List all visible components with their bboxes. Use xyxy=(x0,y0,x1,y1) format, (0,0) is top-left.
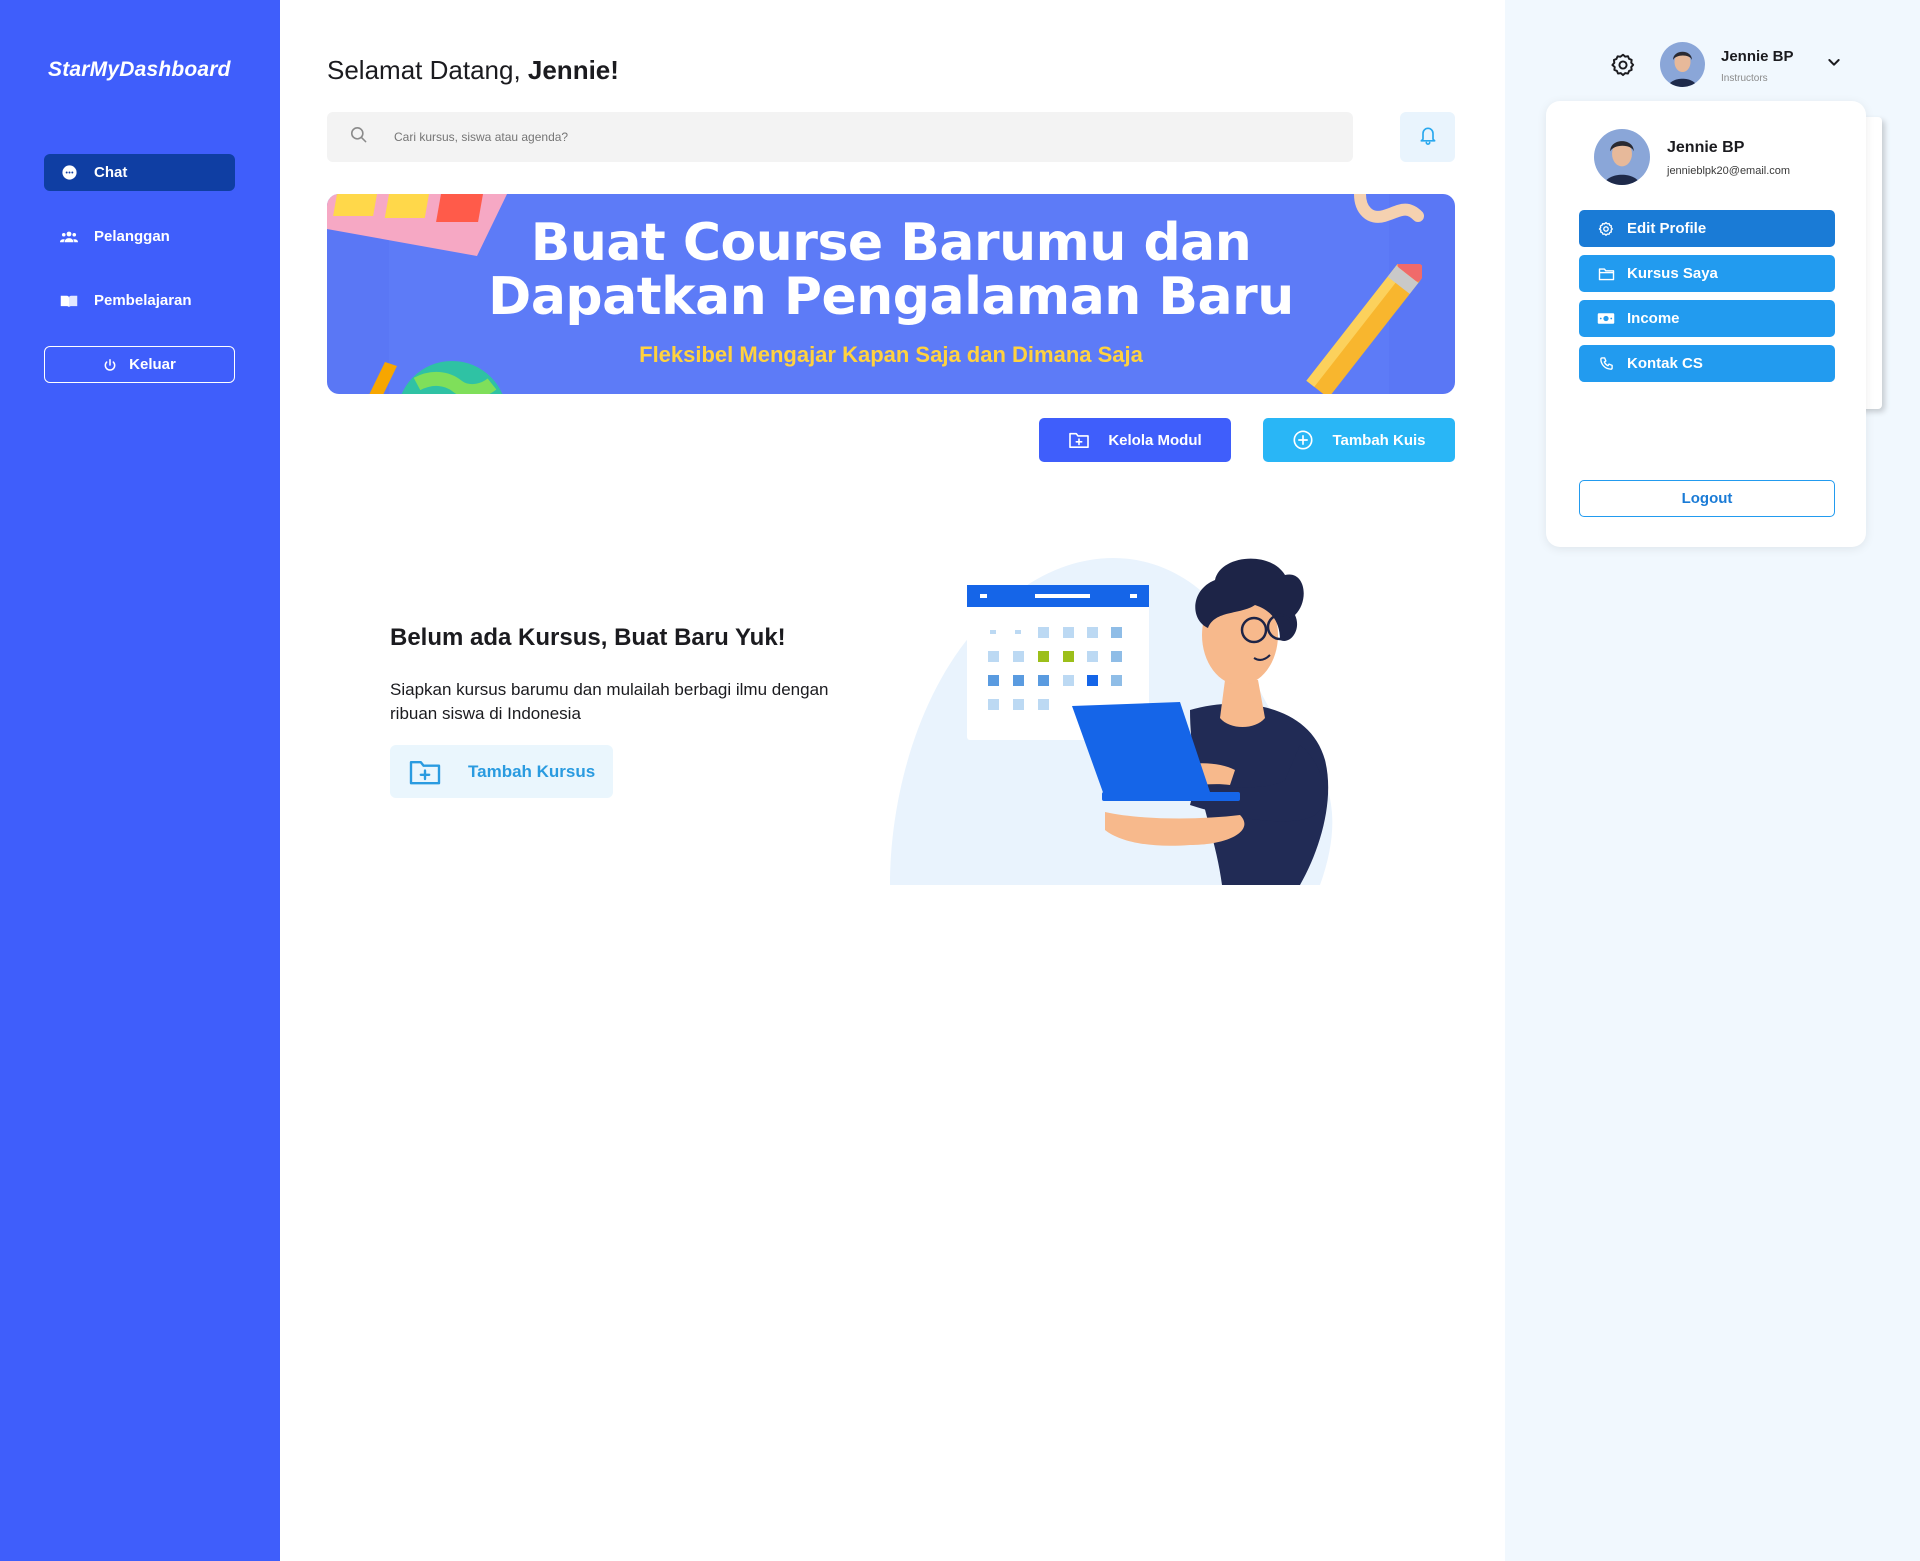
kontak-cs-button[interactable]: Kontak CS xyxy=(1579,345,1835,382)
profile-dropdown: Jennie BP jennieblpk20@email.com Edit Pr… xyxy=(1546,101,1866,547)
power-icon xyxy=(103,358,117,372)
sidebar-item-label: Chat xyxy=(94,164,128,181)
tambah-kuis-label: Tambah Kuis xyxy=(1332,431,1426,449)
user-role: Instructors xyxy=(1721,73,1768,84)
kursus-saya-button[interactable]: Kursus Saya xyxy=(1579,255,1835,292)
kelola-modul-label: Kelola Modul xyxy=(1108,431,1202,449)
search-icon xyxy=(349,125,368,149)
kontak-cs-label: Kontak CS xyxy=(1627,355,1703,372)
chevron-down-icon[interactable] xyxy=(1826,54,1842,75)
greeting-prefix: Selamat Datang, xyxy=(327,55,528,85)
page-title: Selamat Datang, Jennie! xyxy=(327,55,619,86)
promo-banner: Buat Course Barumu dan Dapatkan Pengalam… xyxy=(327,194,1455,394)
brand-logo[interactable]: StarMyDashboard xyxy=(48,58,231,82)
income-label: Income xyxy=(1627,310,1680,327)
sidebar-item-pelanggan[interactable]: Pelanggan xyxy=(44,218,235,255)
folder-plus-icon xyxy=(408,758,442,786)
sidebar-item-label: Pembelajaran xyxy=(94,292,192,309)
users-icon xyxy=(60,228,78,246)
sidebar-item-pembelajaran[interactable]: Pembelajaran xyxy=(44,282,235,319)
banner-title-line2: Dapatkan Pengalaman Baru xyxy=(488,267,1294,327)
bell-icon xyxy=(1418,124,1438,151)
folder-plus-icon xyxy=(1068,431,1090,449)
banner-subtitle: Fleksibel Mengajar Kapan Saja dan Dimana… xyxy=(639,342,1143,367)
sidebar-item-chat[interactable]: Chat xyxy=(44,154,235,191)
edit-profile-button[interactable]: Edit Profile xyxy=(1579,210,1835,247)
tambah-kursus-button[interactable]: Tambah Kursus xyxy=(390,745,613,798)
banner-title: Buat Course Barumu dan Dapatkan Pengalam… xyxy=(327,216,1455,324)
user-name: Jennie BP xyxy=(1721,48,1794,65)
phone-icon xyxy=(1597,356,1615,371)
dropdown-user-name: Jennie BP xyxy=(1667,139,1745,156)
greeting-name: Jennie! xyxy=(527,55,619,85)
avatar[interactable] xyxy=(1660,42,1705,87)
notification-button[interactable] xyxy=(1400,112,1455,162)
kelola-modul-button[interactable]: Kelola Modul xyxy=(1039,418,1231,462)
gear-icon[interactable] xyxy=(1610,52,1638,80)
money-icon xyxy=(1597,312,1615,325)
chat-bubble-icon xyxy=(60,164,78,182)
empty-state-description: Siapkan kursus barumu dan mulailah berba… xyxy=(390,680,829,723)
logout-button[interactable]: Logout xyxy=(1579,480,1835,517)
sidebar-item-label: Pelanggan xyxy=(94,228,170,245)
sidebar: StarMyDashboard Chat Pelanggan Pembelaja… xyxy=(0,0,280,1561)
book-icon xyxy=(60,292,78,310)
dropdown-user-email: jennieblpk20@email.com xyxy=(1667,165,1791,177)
empty-state-title: Belum ada Kursus, Buat Baru Yuk! xyxy=(390,624,786,651)
gear-icon xyxy=(1597,221,1615,237)
tambah-kursus-label: Tambah Kursus xyxy=(468,761,596,781)
search-input[interactable] xyxy=(394,130,1094,144)
income-button[interactable]: Income xyxy=(1579,300,1835,337)
banner-title-line1: Buat Course Barumu dan xyxy=(530,213,1252,273)
keluar-button[interactable]: Keluar xyxy=(44,346,235,383)
folder-icon xyxy=(1597,267,1615,281)
search-bar[interactable] xyxy=(327,112,1353,162)
tambah-kuis-button[interactable]: Tambah Kuis xyxy=(1263,418,1455,462)
edit-profile-label: Edit Profile xyxy=(1627,220,1707,237)
kursus-saya-label: Kursus Saya xyxy=(1627,265,1718,282)
avatar xyxy=(1594,129,1650,185)
teacher-illustration xyxy=(890,557,1333,885)
plus-circle-icon xyxy=(1292,429,1314,451)
keluar-label: Keluar xyxy=(129,356,176,373)
